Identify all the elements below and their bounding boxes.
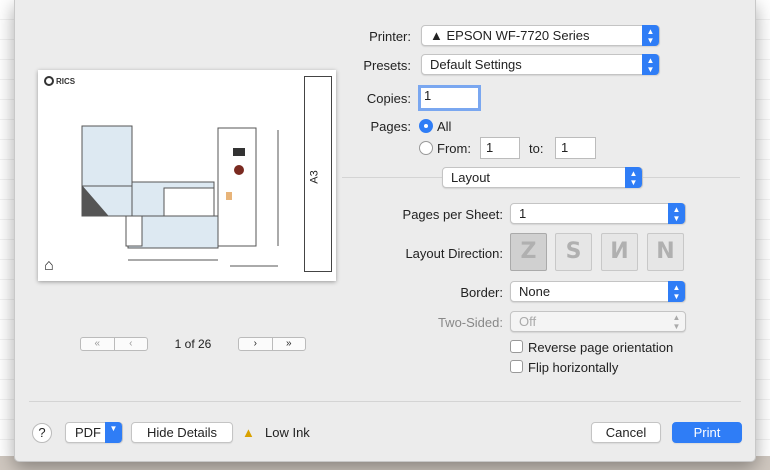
layout-direction-s-icon[interactable]: S [555,233,592,271]
low-ink-label: Low Ink [265,425,310,440]
floor-plan-drawing [81,125,279,267]
pages-per-sheet-label: Pages per Sheet: [402,207,503,222]
chevron-down-icon: ▼ [105,422,122,443]
flip-horizontally-checkbox[interactable] [510,360,523,373]
pdf-label: PDF [75,425,101,440]
border-select[interactable]: None ▲ ▼ [510,281,686,302]
layout-direction-n-icon[interactable]: N [647,233,684,271]
print-dialog: RICS A3 ⌂ « ‹ 1 of 26 › » Printer: ▲ EPS… [14,0,756,462]
printer-value: EPSON WF-7720 Series [446,28,590,43]
prev-page-buttons[interactable]: « ‹ [80,337,148,351]
presets-label: Presets: [363,58,411,73]
presets-select[interactable]: Default Settings ▲ ▼ [421,54,660,75]
last-page-icon[interactable]: » [271,338,306,350]
pages-to-label: to: [529,141,544,156]
layout-direction-z-icon[interactable]: Z [510,233,547,271]
presets-value: Default Settings [430,57,522,72]
section-value: Layout [451,170,491,185]
chevron-updown-icon: ▲ ▼ [642,54,659,75]
cancel-button[interactable]: Cancel [591,422,661,443]
prev-page-icon[interactable]: ‹ [113,338,148,350]
pages-per-sheet-value: 1 [519,206,527,221]
preview-pager: « ‹ 1 of 26 › » [80,337,306,351]
pages-from-label: From: [437,141,471,156]
chevron-updown-icon: ▲ ▼ [642,25,659,46]
print-preview: RICS A3 ⌂ [38,70,336,281]
next-page-buttons[interactable]: › » [238,337,306,351]
chevron-updown-icon: ▲ ▼ [668,203,685,224]
house-icon: ⌂ [44,257,54,274]
reverse-orientation-label: Reverse page orientation [528,340,674,355]
pages-from-input[interactable]: 1 [480,137,520,159]
sheet-size-label: A3 [308,170,321,184]
warning-icon: ▲ [430,28,447,43]
chevron-updown-icon: ▲ ▼ [625,167,642,188]
printer-label: Printer: [369,29,411,44]
first-page-icon[interactable]: « [81,338,114,350]
copies-label: Copies: [366,91,411,106]
layout-direction-n-reverse-icon[interactable]: И [601,233,638,271]
reverse-orientation-checkbox[interactable] [510,340,523,353]
chevron-updown-icon: ▲ ▼ [668,281,685,302]
two-sided-value: Off [519,314,537,329]
printer-select[interactable]: ▲ EPSON WF-7720 Series ▲ ▼ [421,25,660,46]
pages-per-sheet-select[interactable]: 1 ▲ ▼ [510,203,686,224]
pages-range-radio[interactable] [419,141,433,155]
page-indicator: 1 of 26 [174,337,212,351]
pages-to-input[interactable]: 1 [555,137,596,159]
pages-label: Pages: [370,119,411,134]
layout-direction-label: Layout Direction: [405,246,503,261]
copies-input[interactable]: 1 [418,85,481,111]
section-select[interactable]: Layout ▲ ▼ [442,167,643,188]
help-button[interactable]: ? [32,423,52,443]
flip-horizontally-label: Flip horizontally [528,360,619,375]
pdf-menu-button[interactable]: PDF ▼ [65,422,123,443]
two-sided-select[interactable]: Off ▲ ▼ [510,311,686,332]
border-label: Border: [460,285,503,300]
footer-divider [29,401,741,402]
chevron-updown-icon: ▲ ▼ [672,313,681,331]
low-ink-warning-icon: ▲ [242,425,255,440]
next-page-icon[interactable]: › [239,338,272,350]
hide-details-button[interactable]: Hide Details [131,422,233,443]
two-sided-label: Two-Sided: [437,315,503,330]
pages-all-label: All [437,119,452,134]
border-value: None [519,284,551,299]
print-button[interactable]: Print [672,422,742,443]
pages-all-radio[interactable] [419,119,433,133]
